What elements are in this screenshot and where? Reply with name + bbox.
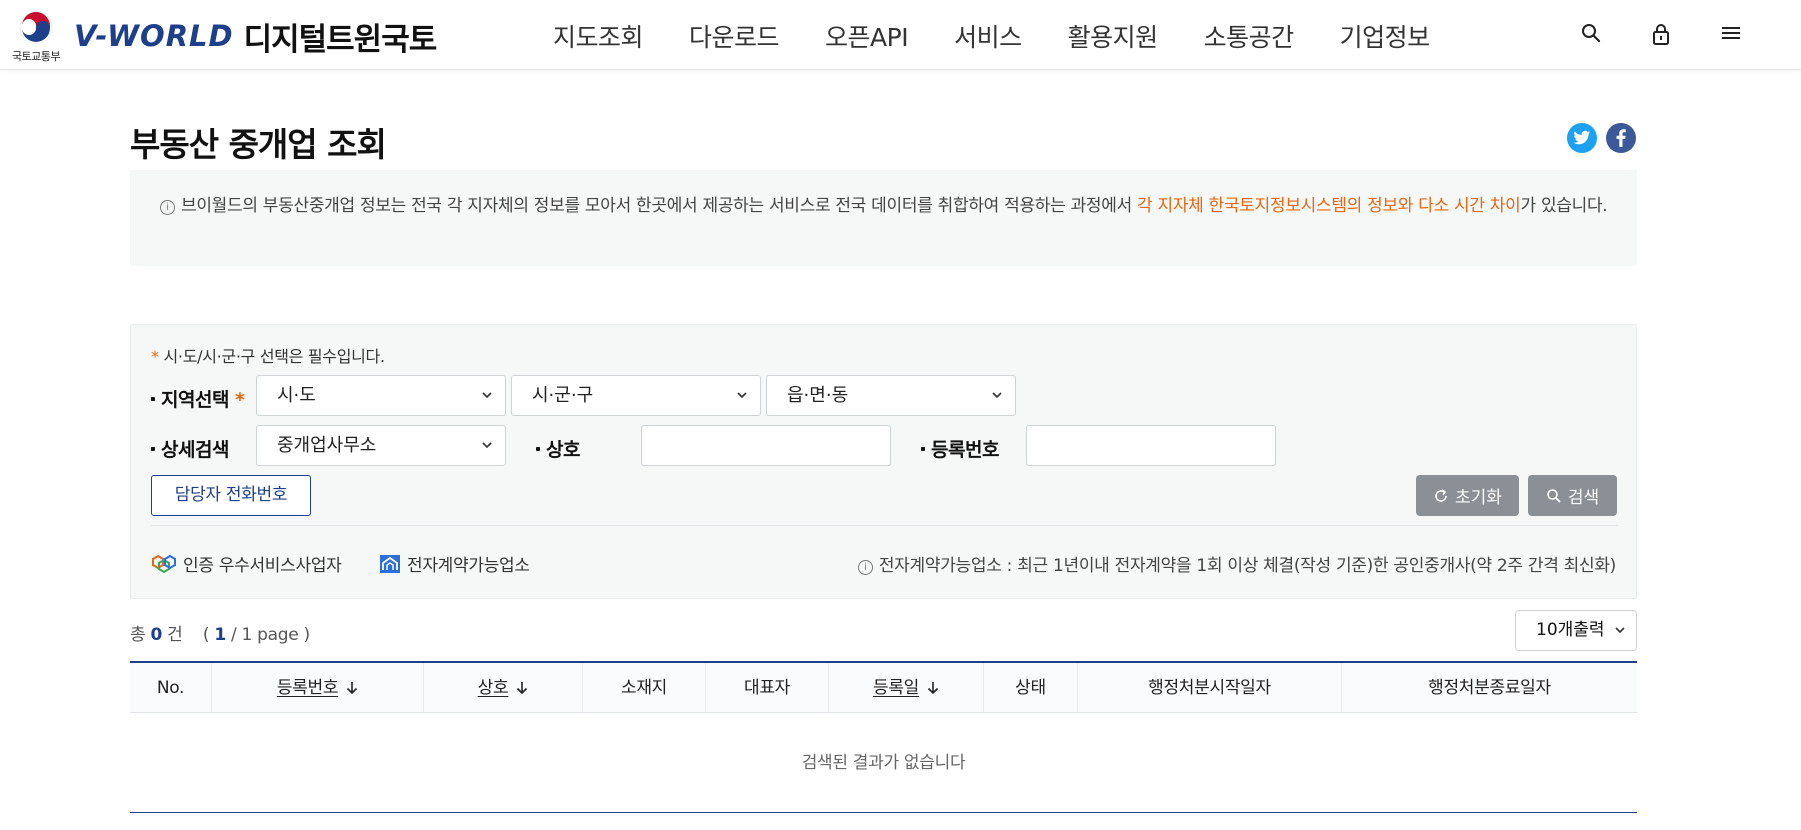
column-representative: 대표자 bbox=[706, 663, 829, 713]
chevron-down-icon bbox=[482, 392, 492, 399]
search-icon bbox=[1547, 488, 1561, 503]
nav-item-company[interactable]: 기업정보 bbox=[1340, 18, 1431, 54]
detail-search-select[interactable]: 중개업사무소 bbox=[256, 425, 506, 466]
sort-down-arrow-icon bbox=[517, 682, 528, 695]
nav-item-openapi[interactable]: 오픈API bbox=[825, 18, 909, 54]
taegeuk-emblem-icon bbox=[19, 11, 53, 45]
page-current: 1 bbox=[214, 625, 226, 645]
ministry-name: 국토교통부 bbox=[11, 50, 61, 63]
column-name[interactable]: 상호 bbox=[424, 663, 583, 713]
search-panel: * 시·도/시·군·구 선택은 필수입니다. 지역선택 * 시·도 시·군·구 … bbox=[130, 324, 1637, 599]
result-count: 총 0 건 ( 1 / 1 page ) bbox=[130, 625, 310, 645]
info-icon: i bbox=[857, 560, 873, 575]
notice-box: i 브이월드의 부동산중개업 정보는 전국 각 지자체의 정보를 모아서 한곳에서… bbox=[130, 170, 1637, 266]
reset-button[interactable]: 초기화 bbox=[1416, 475, 1519, 516]
chevron-down-icon bbox=[992, 392, 1002, 399]
empty-result-message: 검색된 결과가 없습니다 bbox=[130, 713, 1637, 813]
panel-divider bbox=[151, 525, 1618, 526]
nav-item-download[interactable]: 다운로드 bbox=[689, 18, 780, 54]
twitter-share-icon[interactable] bbox=[1567, 123, 1597, 153]
page-title: 부동산 중개업 조회 bbox=[130, 125, 387, 164]
name-label: 상호 bbox=[536, 435, 580, 462]
page-size-select[interactable]: 10개출력 bbox=[1515, 610, 1637, 651]
name-input[interactable] bbox=[641, 425, 891, 466]
facebook-share-icon[interactable] bbox=[1606, 123, 1636, 153]
sort-down-arrow-icon bbox=[347, 682, 358, 695]
nav-item-map[interactable]: 지도조회 bbox=[553, 18, 644, 54]
nav-item-service[interactable]: 서비스 bbox=[954, 18, 1022, 54]
column-no: No. bbox=[130, 663, 212, 713]
column-status: 상태 bbox=[984, 663, 1078, 713]
detail-search-label: 상세검색 bbox=[151, 435, 229, 462]
regno-label: 등록번호 bbox=[921, 435, 999, 462]
menu-icon[interactable] bbox=[1720, 22, 1742, 44]
column-regdate[interactable]: 등록일 bbox=[829, 663, 984, 713]
lock-icon[interactable] bbox=[1650, 22, 1672, 46]
certified-badge-icon bbox=[152, 554, 176, 573]
nav-item-community[interactable]: 소통공간 bbox=[1204, 18, 1295, 54]
chevron-down-icon bbox=[482, 442, 492, 449]
sido-select[interactable]: 시·도 bbox=[256, 375, 506, 416]
column-sanction-end: 행정처분종료일자 bbox=[1428, 678, 1551, 698]
brand-logo[interactable]: V-WORLD 디지털트윈국토 bbox=[74, 16, 438, 58]
required-note: * 시·도/시·군·구 선택은 필수입니다. bbox=[151, 347, 385, 366]
column-address: 소재지 bbox=[583, 663, 706, 713]
chevron-down-icon bbox=[1615, 627, 1625, 634]
legend-certified: 인증 우수서비스사업자 bbox=[151, 551, 342, 576]
results-table: No. 등록번호 상호 소재지 대표자 등록일 상태 행정처분시작일자 행정처분… bbox=[130, 661, 1637, 813]
ministry-logo[interactable]: 국토교통부 bbox=[8, 8, 64, 64]
info-icon: i bbox=[160, 200, 175, 215]
main-navigation: 지도조회 다운로드 오픈API 서비스 활용지원 소통공간 기업정보 bbox=[553, 18, 1476, 54]
column-regno[interactable]: 등록번호 bbox=[212, 663, 424, 713]
regno-input[interactable] bbox=[1026, 425, 1276, 466]
brand-korean: 디지털트윈국토 bbox=[243, 21, 438, 58]
eupmyeondong-select[interactable]: 읍·면·동 bbox=[766, 375, 1016, 416]
refresh-icon bbox=[1435, 488, 1447, 502]
search-button[interactable]: 검색 bbox=[1528, 475, 1617, 516]
econtract-house-icon bbox=[380, 554, 400, 573]
site-header: 국토교통부 V-WORLD 디지털트윈국토 지도조회 다운로드 오픈API 서비… bbox=[0, 0, 1801, 70]
sigungu-select[interactable]: 시·군·구 bbox=[511, 375, 761, 416]
notice-highlight: 각 지자체 한국토지정보시스템의 정보와 다소 시간 차이 bbox=[1137, 196, 1521, 216]
brand-latin: V-WORLD bbox=[74, 19, 234, 53]
count-value: 0 bbox=[150, 625, 162, 645]
region-label: 지역선택 * bbox=[151, 385, 245, 412]
contact-phone-button[interactable]: 담당자 전화번호 bbox=[151, 475, 311, 516]
column-sanction-start: 행정처분시작일자 bbox=[1078, 663, 1342, 713]
econtract-note: i 전자계약가능업소 : 최근 1년이내 전자계약을 1회 이상 체결(작성 기준… bbox=[857, 551, 1616, 576]
table-header: No. 등록번호 상호 소재지 대표자 등록일 상태 행정처분시작일자 행정처분… bbox=[130, 661, 1637, 713]
notice-text: i 브이월드의 부동산중개업 정보는 전국 각 지자체의 정보를 모아서 한곳에서… bbox=[160, 194, 1610, 218]
sort-down-arrow-icon bbox=[927, 682, 939, 695]
nav-item-support[interactable]: 활용지원 bbox=[1068, 18, 1159, 54]
search-icon[interactable] bbox=[1580, 22, 1602, 44]
legend-econtract: 전자계약가능업소 bbox=[379, 551, 530, 576]
chevron-down-icon bbox=[737, 392, 747, 399]
